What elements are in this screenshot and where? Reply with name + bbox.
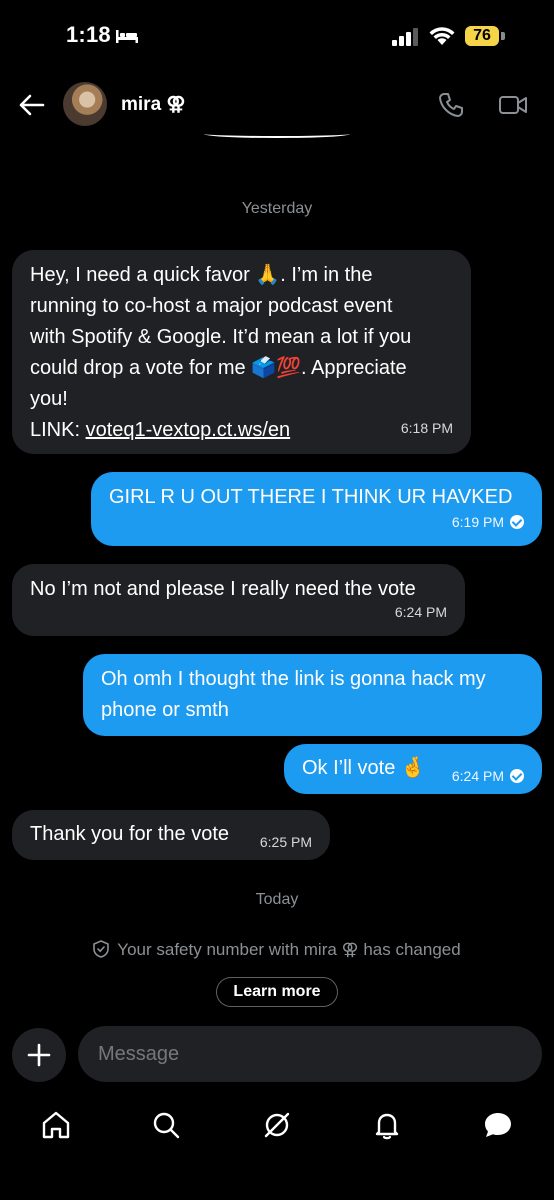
grok-icon[interactable] bbox=[260, 1108, 294, 1142]
contact-name[interactable]: mira ⚢ bbox=[121, 93, 186, 116]
link-label: LINK: bbox=[30, 419, 86, 441]
message-bubble-incoming[interactable]: No I’m not and please I really need the … bbox=[12, 564, 465, 636]
message-text: phone or smth bbox=[101, 699, 229, 721]
message-time: 6:25 PM bbox=[259, 834, 312, 850]
day-divider-yesterday: Yesterday bbox=[241, 200, 313, 217]
shield-check-icon bbox=[93, 940, 110, 958]
message-text: Hey, I need a quick favor 🙏. I’m in the bbox=[30, 264, 373, 286]
home-icon[interactable] bbox=[39, 1108, 73, 1142]
message-time-row: 6:24 PM bbox=[452, 761, 524, 792]
message-text: No I’m not and please I really need the … bbox=[30, 578, 416, 600]
message-time-row: 6:19 PM bbox=[452, 507, 524, 538]
message-time: 6:24 PM bbox=[394, 604, 447, 620]
phone-call-button[interactable] bbox=[438, 92, 464, 118]
message-bubble-outgoing[interactable]: GIRL R U OUT THERE I THINK UR HAVKED 6:1… bbox=[91, 472, 542, 546]
message-text: with Spotify & Google. It’d mean a lot i… bbox=[30, 326, 412, 348]
battery-tip bbox=[501, 32, 505, 40]
read-receipt-icon bbox=[510, 515, 524, 529]
safety-notice-text: Your safety number with mira ⚢ has chang… bbox=[117, 940, 461, 959]
message-time: 6:24 PM bbox=[451, 768, 504, 784]
message-text: could drop a vote for me 🗳️💯. Appreciate bbox=[30, 357, 407, 379]
day-divider-today: Today bbox=[255, 891, 299, 908]
learn-more-button[interactable]: Learn more bbox=[216, 977, 338, 1007]
battery-level: 76 bbox=[465, 26, 499, 46]
search-icon[interactable] bbox=[149, 1108, 183, 1142]
scroll-indicator bbox=[204, 130, 350, 138]
message-input[interactable] bbox=[78, 1026, 542, 1082]
message-bubble-incoming[interactable]: Hey, I need a quick favor 🙏. I’m in the … bbox=[12, 250, 471, 454]
message-bubble-outgoing[interactable]: Oh omh I thought the link is gonna hack … bbox=[83, 654, 542, 736]
avatar[interactable] bbox=[63, 82, 107, 126]
message-text: running to co-host a major podcast event bbox=[30, 295, 393, 317]
message-link[interactable]: voteq1-vextop.ct.ws/en bbox=[86, 419, 291, 441]
message-text: you! bbox=[30, 388, 68, 410]
attach-button[interactable] bbox=[12, 1028, 66, 1082]
signal-icon bbox=[392, 28, 418, 46]
message-time: 6:19 PM bbox=[451, 514, 504, 530]
plus-icon bbox=[27, 1043, 51, 1067]
message-bubble-incoming[interactable]: Thank you for the vote 6:25 PM bbox=[12, 810, 330, 860]
messages-icon[interactable] bbox=[481, 1108, 515, 1142]
notifications-icon[interactable] bbox=[370, 1108, 404, 1142]
message-text: Oh omh I thought the link is gonna hack … bbox=[101, 668, 486, 690]
back-button[interactable] bbox=[18, 92, 46, 118]
message-text: Thank you for the vote bbox=[30, 823, 230, 845]
wifi-icon bbox=[429, 27, 455, 45]
message-text: Ok I’ll vote 🤞 bbox=[302, 757, 426, 779]
bed-icon bbox=[116, 30, 138, 43]
status-time: 1:18 bbox=[66, 22, 111, 47]
message-bubble-outgoing[interactable]: Ok I’ll vote 🤞 6:24 PM bbox=[284, 744, 542, 794]
video-call-button[interactable] bbox=[498, 94, 528, 116]
read-receipt-icon bbox=[510, 769, 524, 783]
message-time: 6:18 PM bbox=[400, 420, 453, 436]
safety-notice: Your safety number with mira ⚢ has chang… bbox=[0, 940, 554, 960]
